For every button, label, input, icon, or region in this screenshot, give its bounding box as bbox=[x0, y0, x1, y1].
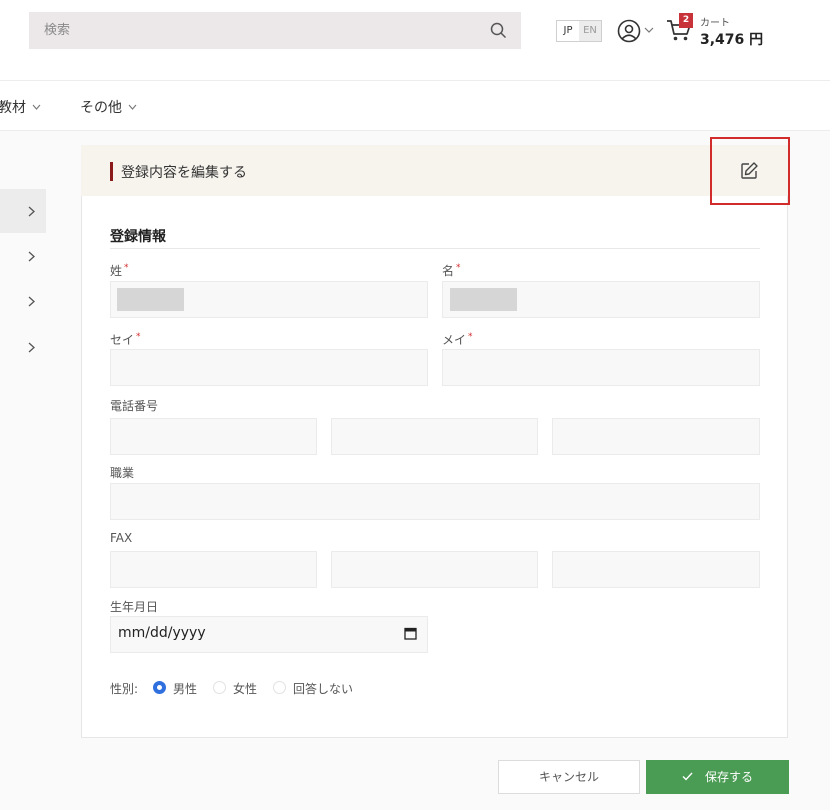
chevron-right-icon bbox=[28, 206, 35, 217]
calendar-icon[interactable] bbox=[404, 627, 417, 640]
cart-total[interactable]: 3,476 円 bbox=[700, 29, 763, 49]
sidebar-item-1[interactable] bbox=[0, 189, 46, 233]
section-title: 登録情報 bbox=[110, 229, 166, 245]
label-text: 名 bbox=[442, 264, 455, 278]
first-name-kana-label: メイ * bbox=[442, 331, 473, 348]
phone-label: 電話番号 bbox=[110, 399, 159, 413]
phone-field-3[interactable] bbox=[552, 418, 760, 455]
title-accent-bar bbox=[110, 162, 113, 181]
lang-jp-option[interactable]: JP bbox=[557, 21, 579, 41]
section-divider bbox=[110, 248, 760, 249]
masked-first-name bbox=[450, 288, 517, 311]
nav-item-label: 教材 bbox=[0, 100, 26, 116]
birthdate-label: 生年月日 bbox=[110, 600, 159, 614]
fax-label: FAX bbox=[110, 531, 133, 545]
save-button-label: 保存する bbox=[704, 770, 753, 784]
gender-label-female[interactable]: 女性 bbox=[233, 680, 257, 697]
fax-field-2[interactable] bbox=[331, 551, 538, 588]
chevron-down-icon[interactable] bbox=[644, 27, 654, 33]
occupation-field[interactable] bbox=[110, 483, 760, 520]
language-toggle[interactable]: JP EN bbox=[556, 20, 602, 42]
birthdate-value[interactable]: mm/dd/yyyy bbox=[118, 625, 206, 641]
gender-label-male[interactable]: 男性 bbox=[173, 680, 197, 697]
sidebar-item-2[interactable] bbox=[0, 234, 46, 278]
card-title: 登録内容を編集する bbox=[121, 165, 247, 181]
first-name-kana-field[interactable] bbox=[442, 349, 760, 386]
header-divider bbox=[0, 80, 830, 81]
search-input[interactable] bbox=[29, 12, 484, 49]
cart-count-badge: 2 bbox=[679, 13, 693, 28]
edit-highlight-box bbox=[710, 137, 790, 205]
nav-item-other[interactable]: その他 bbox=[80, 97, 137, 117]
gender-radio-female[interactable] bbox=[213, 681, 226, 694]
fax-field-3[interactable] bbox=[552, 551, 760, 588]
last-name-kana-field[interactable] bbox=[110, 349, 428, 386]
chevron-down-icon bbox=[128, 104, 137, 110]
phone-field-2[interactable] bbox=[331, 418, 538, 455]
cart-label[interactable]: カート bbox=[700, 14, 730, 29]
gender-radio-male[interactable] bbox=[153, 681, 166, 694]
label-text: メイ bbox=[442, 333, 467, 347]
lang-en-option[interactable]: EN bbox=[579, 21, 601, 41]
last-name-kana-label: セイ * bbox=[110, 331, 141, 348]
chevron-down-icon bbox=[32, 104, 41, 110]
last-name-label: 姓 * bbox=[110, 262, 129, 279]
required-mark: * bbox=[456, 263, 461, 273]
masked-last-name bbox=[117, 288, 184, 311]
first-name-label: 名 * bbox=[442, 262, 461, 279]
search-icon[interactable] bbox=[490, 22, 507, 39]
fax-field-1[interactable] bbox=[110, 551, 317, 588]
gender-label-no-answer[interactable]: 回答しない bbox=[293, 680, 353, 697]
sidebar-item-4[interactable] bbox=[0, 325, 46, 369]
chevron-right-icon bbox=[28, 342, 35, 353]
chevron-right-icon bbox=[28, 296, 35, 307]
required-mark: * bbox=[468, 332, 473, 342]
label-text: 姓 bbox=[110, 264, 123, 278]
sidebar-item-3[interactable] bbox=[0, 279, 46, 323]
checkmark-icon bbox=[682, 772, 693, 781]
nav-item-label: その他 bbox=[80, 100, 122, 116]
occupation-label: 職業 bbox=[110, 466, 135, 480]
gender-label: 性別: bbox=[110, 682, 139, 696]
label-text: セイ bbox=[110, 333, 135, 347]
gender-radio-no-answer[interactable] bbox=[273, 681, 286, 694]
nav-item-materials[interactable]: 教材 bbox=[0, 97, 41, 117]
required-mark: * bbox=[136, 332, 141, 342]
save-button[interactable]: 保存する bbox=[646, 760, 789, 794]
phone-field-1[interactable] bbox=[110, 418, 317, 455]
account-icon[interactable] bbox=[617, 19, 641, 43]
search-box[interactable] bbox=[29, 12, 521, 49]
chevron-right-icon bbox=[28, 251, 35, 262]
required-mark: * bbox=[124, 263, 129, 273]
cancel-button[interactable]: キャンセル bbox=[498, 760, 640, 794]
